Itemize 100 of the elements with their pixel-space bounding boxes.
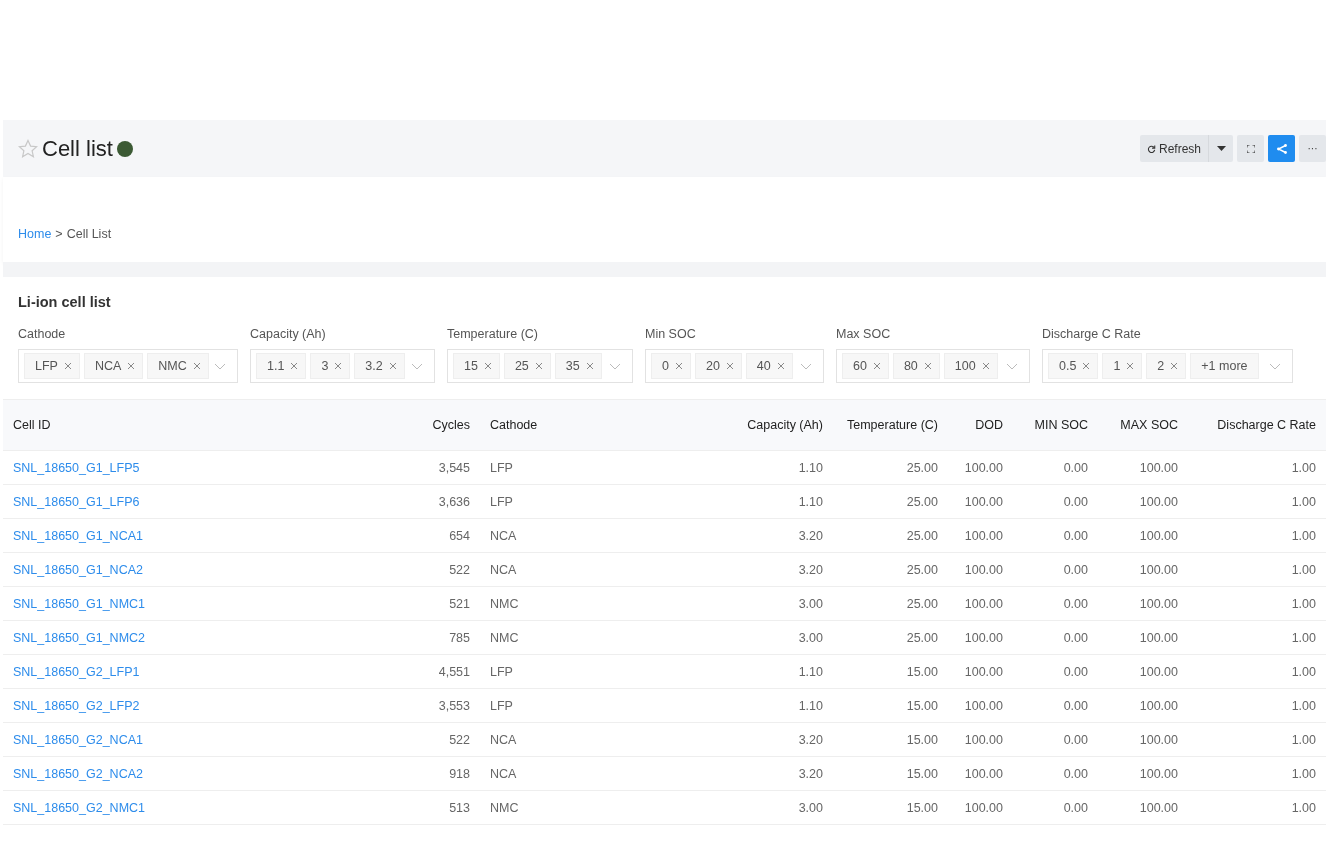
- table-cell: 0.00: [1013, 790, 1098, 825]
- close-icon[interactable]: [923, 362, 932, 370]
- table-cell: 100.00: [1098, 756, 1188, 791]
- table-cell: 100.00: [1098, 586, 1188, 621]
- table-cell: 785: [400, 620, 480, 655]
- cell-id-link[interactable]: SNL_18650_G2_NCA1: [13, 732, 143, 747]
- close-icon[interactable]: [1126, 362, 1135, 370]
- breadcrumb-current: Cell List: [66, 227, 112, 241]
- card-title: Li-ion cell list: [17, 293, 112, 312]
- fullscreen-icon: [1246, 144, 1255, 153]
- chevron-down-icon: [800, 362, 812, 370]
- tag-label: 40: [756, 359, 771, 373]
- cell-id-link[interactable]: SNL_18650_G2_NCA2: [13, 766, 143, 781]
- table-cell: NMC: [480, 586, 705, 621]
- close-icon[interactable]: [872, 362, 881, 370]
- table-cell: NCA: [480, 552, 705, 587]
- table-cell: 100.00: [1098, 722, 1188, 757]
- table-cell: 25.00: [833, 450, 948, 485]
- table-cell: 1.00: [1188, 586, 1326, 621]
- tag-label: 60: [853, 359, 867, 373]
- star-icon[interactable]: [18, 138, 38, 159]
- table-cell: 0.00: [1013, 586, 1098, 621]
- table-cell: 15.00: [833, 756, 948, 791]
- multi-select[interactable]: 1.1 3 3.2: [250, 349, 435, 383]
- table-cell: 100.00: [1098, 552, 1188, 587]
- table-cell: 100.00: [1098, 620, 1188, 655]
- table-cell: 25.00: [833, 620, 948, 655]
- close-icon[interactable]: [127, 362, 136, 370]
- refresh-icon: [1147, 143, 1156, 154]
- multi-select[interactable]: LFP NCA NMC: [18, 349, 238, 383]
- table-cell: 0.00: [1013, 518, 1098, 553]
- table-cell: NCA: [480, 756, 705, 791]
- multi-select[interactable]: 60 80 100: [836, 349, 1030, 383]
- column-header: MIN SOC: [1013, 399, 1098, 451]
- breadcrumb-separator: >: [55, 227, 63, 241]
- more-button[interactable]: ···: [1299, 135, 1326, 162]
- chevron-down-icon: [1269, 362, 1281, 370]
- table-cell: 15.00: [833, 654, 948, 689]
- table-cell: NMC: [480, 620, 705, 655]
- table-cell: 1.00: [1188, 722, 1326, 757]
- table-cell: 3.20: [705, 722, 833, 757]
- cell-id-link[interactable]: SNL_18650_G1_NCA2: [13, 562, 143, 577]
- column-header: DOD: [948, 399, 1013, 451]
- cell-id-link[interactable]: SNL_18650_G2_LFP2: [13, 698, 140, 713]
- column-header: Cell ID: [3, 399, 400, 451]
- table-cell: 0.00: [1013, 620, 1098, 655]
- breadcrumb-link[interactable]: Home: [18, 227, 52, 241]
- table-cell: 0.00: [1013, 688, 1098, 723]
- table-cell: 3.20: [705, 518, 833, 553]
- multi-select[interactable]: 0.5 1 2 +1 more: [1042, 349, 1293, 383]
- avatar-icon: [116, 140, 133, 157]
- table-cell: 522: [400, 552, 480, 587]
- cell-id-link[interactable]: SNL_18650_G2_LFP1: [13, 664, 140, 679]
- table-cell: 1.10: [705, 450, 833, 485]
- refresh-button[interactable]: Refresh: [1140, 135, 1209, 162]
- table-cell: 100.00: [948, 450, 1013, 485]
- close-icon[interactable]: [290, 362, 299, 370]
- cell-id-link[interactable]: SNL_18650_G1_LFP5: [13, 460, 140, 475]
- dropdown-button[interactable]: [1209, 135, 1233, 162]
- filter-label: Cathode: [18, 327, 67, 343]
- close-icon[interactable]: [981, 362, 990, 370]
- table-cell: 100.00: [1098, 654, 1188, 689]
- table-cell: 1.00: [1188, 552, 1326, 587]
- cell-id-link[interactable]: SNL_18650_G1_LFP6: [13, 494, 140, 509]
- close-icon[interactable]: [776, 362, 785, 370]
- close-icon[interactable]: [1082, 362, 1091, 370]
- table-cell: 0.00: [1013, 756, 1098, 791]
- multi-select[interactable]: 0 20 40: [645, 349, 824, 383]
- column-header: Cathode: [480, 399, 705, 451]
- close-icon[interactable]: [585, 362, 594, 370]
- multi-select[interactable]: 15 25 35: [447, 349, 633, 383]
- close-icon[interactable]: [674, 362, 683, 370]
- close-icon[interactable]: [1170, 362, 1179, 370]
- tag-label: 0: [662, 359, 669, 373]
- share-button[interactable]: [1268, 135, 1295, 162]
- tag-label: 80: [903, 359, 918, 373]
- close-icon[interactable]: [725, 362, 734, 370]
- column-header: Discharge C Rate: [1188, 399, 1326, 451]
- table-cell: NCA: [480, 722, 705, 757]
- table-cell: 15.00: [833, 790, 948, 825]
- close-icon[interactable]: [63, 362, 72, 370]
- table-cell: 918: [400, 756, 480, 791]
- table-cell: 0.00: [1013, 450, 1098, 485]
- close-icon[interactable]: [192, 362, 201, 370]
- table-cell: 25.00: [833, 518, 948, 553]
- cell-id-link[interactable]: SNL_18650_G2_NMC1: [13, 800, 146, 815]
- cell-id-link[interactable]: SNL_18650_G1_NCA1: [13, 528, 143, 543]
- close-icon[interactable]: [388, 362, 397, 370]
- close-icon[interactable]: [334, 362, 343, 370]
- table-cell: 100.00: [1098, 484, 1188, 519]
- filter-label: Temperature (C): [447, 327, 539, 343]
- close-icon[interactable]: [483, 362, 492, 370]
- tag-label: 20: [705, 359, 720, 373]
- cell-id-link[interactable]: SNL_18650_G1_NMC1: [13, 596, 146, 611]
- table-cell: 0.00: [1013, 722, 1098, 757]
- cell-id-link[interactable]: SNL_18650_G1_NMC2: [13, 630, 146, 645]
- table-cell: 4,551: [400, 654, 480, 689]
- close-icon[interactable]: [534, 362, 543, 370]
- share-icon: [1276, 143, 1287, 154]
- table-cell: 1.00: [1188, 688, 1326, 723]
